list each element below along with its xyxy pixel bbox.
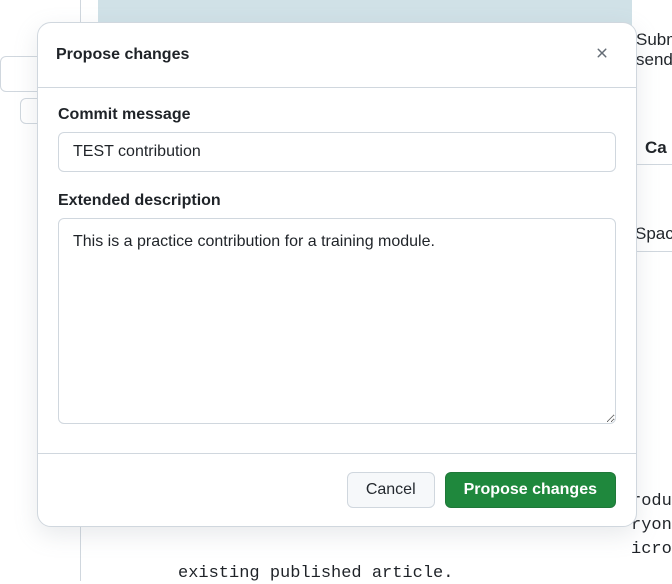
propose-changes-button[interactable]: Propose changes [445, 472, 616, 508]
bg-text: Subm [636, 30, 672, 50]
commit-message-input[interactable] [58, 132, 616, 172]
bg-text: ryone [631, 516, 672, 535]
bg-text: send [636, 50, 672, 70]
bg-text: roduc [631, 492, 672, 511]
dialog-title: Propose changes [56, 46, 586, 64]
close-button[interactable] [586, 39, 618, 71]
extended-description-textarea[interactable]: This is a practice contribution for a tr… [58, 218, 616, 424]
bg-text: icros [631, 540, 672, 559]
bg-text: Ca [645, 138, 667, 158]
commit-message-label: Commit message [58, 106, 616, 124]
bg-text: Spac [635, 224, 672, 244]
dialog-header: Propose changes [38, 23, 636, 88]
dialog-footer: Cancel Propose changes [38, 453, 636, 526]
dialog-body: Commit message Extended description This… [38, 88, 636, 453]
close-icon [594, 45, 610, 66]
bg-text: existing published article. [178, 564, 453, 583]
cancel-button[interactable]: Cancel [347, 472, 435, 508]
propose-changes-dialog: Propose changes Commit message Extended … [37, 22, 637, 527]
extended-description-label: Extended description [58, 192, 616, 210]
